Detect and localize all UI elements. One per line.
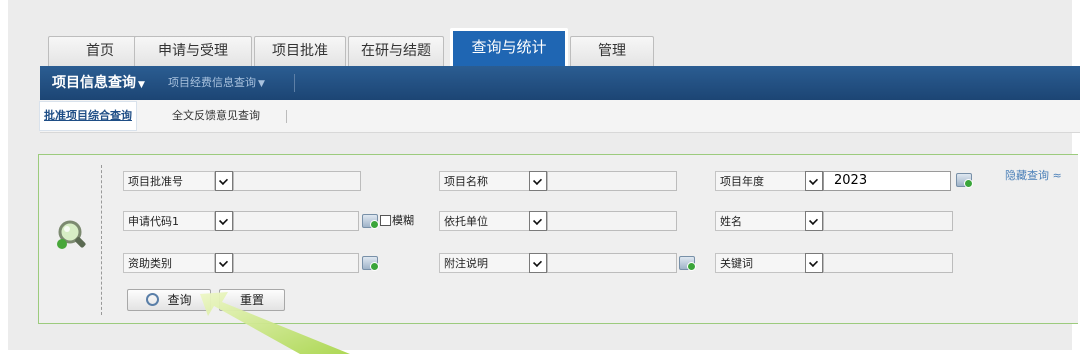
name-input[interactable]: [823, 211, 953, 231]
dropdown-arrow-icon: [808, 215, 819, 226]
tab-query-statistics[interactable]: 查询与统计: [450, 28, 568, 66]
dropdown-arrow-icon: [532, 257, 543, 268]
dropdown-arrow-icon: [532, 175, 543, 186]
panel-divider: [101, 165, 102, 315]
approval-no-operator-select[interactable]: [215, 171, 233, 191]
project-year-picker-icon[interactable]: [956, 173, 973, 188]
nav-divider: [294, 74, 295, 92]
query-panel: 项目批准号 项目名称 项目年度 2023 隐藏查询 ≈ 申请代码1 模糊 依托单…: [38, 154, 1078, 324]
dropdown-arrow-icon: [218, 175, 229, 186]
dropdown-arrow-icon: [218, 215, 229, 226]
fuzzy-label: 模糊: [392, 214, 414, 227]
dropdown-arrow-icon: [808, 175, 819, 186]
subnav-divider: [286, 110, 287, 123]
apply-code-operator-select[interactable]: [215, 211, 233, 231]
funding-type-input[interactable]: [233, 253, 359, 273]
chevron-down-icon: ▼: [138, 80, 145, 90]
tab-apply-accept[interactable]: 申请与受理: [134, 36, 252, 66]
nav-project-funding-query[interactable]: 项目经费信息查询 ▼: [168, 66, 265, 100]
fuzzy-checkbox[interactable]: [380, 215, 391, 226]
funding-type-operator-select[interactable]: [215, 253, 233, 273]
entrust-unit-input[interactable]: [547, 211, 677, 231]
reset-button[interactable]: 重置: [219, 289, 285, 311]
entrust-unit-label: 依托单位: [439, 211, 531, 231]
search-button[interactable]: 查询: [127, 289, 211, 311]
project-name-label: 项目名称: [439, 171, 531, 191]
apply-code-label: 申请代码1: [123, 211, 215, 231]
chevron-up-icon: ≈: [1052, 169, 1062, 182]
dropdown-arrow-icon: [532, 215, 543, 226]
hide-query-toggle[interactable]: 隐藏查询 ≈: [1005, 167, 1062, 183]
name-label: 姓名: [715, 211, 807, 231]
keyword-operator-select[interactable]: [805, 253, 823, 273]
note-operator-select[interactable]: [529, 253, 547, 273]
apply-code-picker-icon[interactable]: [362, 214, 379, 229]
name-operator-select[interactable]: [805, 211, 823, 231]
project-name-input[interactable]: [547, 171, 677, 191]
keyword-label: 关键词: [715, 253, 807, 273]
sub-nav: 批准项目综合查询 全文反馈意见查询: [40, 100, 1080, 133]
subnav-approved-project-query[interactable]: 批准项目综合查询: [40, 102, 136, 130]
tab-management[interactable]: 管理: [570, 36, 654, 66]
note-label: 附注说明: [439, 253, 531, 273]
tab-project-approval[interactable]: 项目批准: [254, 36, 346, 66]
apply-code-input[interactable]: [233, 211, 359, 231]
search-icon: [146, 293, 160, 306]
entrust-unit-operator-select[interactable]: [529, 211, 547, 231]
subnav-feedback-query[interactable]: 全文反馈意见查询: [172, 100, 260, 132]
approval-no-label: 项目批准号: [123, 171, 215, 191]
tab-research-conclusion[interactable]: 在研与结题: [348, 36, 444, 66]
nav-project-info-query[interactable]: 项目信息查询 ▼: [52, 66, 145, 100]
note-picker-icon[interactable]: [679, 256, 696, 271]
funding-type-picker-icon[interactable]: [362, 256, 379, 271]
dropdown-arrow-icon: [218, 257, 229, 268]
magnifier-icon: [57, 220, 86, 249]
project-year-label: 项目年度: [715, 171, 807, 191]
approval-no-input[interactable]: [233, 171, 361, 191]
project-year-operator-select[interactable]: [805, 171, 823, 191]
keyword-input[interactable]: [823, 253, 953, 273]
dropdown-arrow-icon: [808, 257, 819, 268]
project-name-operator-select[interactable]: [529, 171, 547, 191]
note-input[interactable]: [547, 253, 677, 273]
nav-bar: 项目信息查询 ▼ 项目经费信息查询 ▼: [40, 66, 1080, 100]
funding-type-label: 资助类别: [123, 253, 215, 273]
chevron-down-icon: ▼: [258, 79, 265, 89]
project-year-input[interactable]: 2023: [823, 171, 951, 191]
